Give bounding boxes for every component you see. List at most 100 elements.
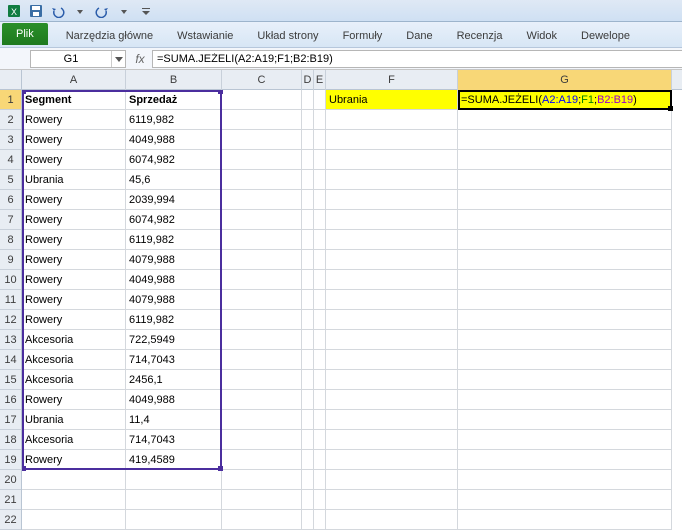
cell-segment[interactable]: Akcesoria: [22, 370, 126, 390]
cell-G16[interactable]: [458, 390, 672, 410]
row-header-1[interactable]: 1: [0, 90, 21, 110]
cell-F15[interactable]: [326, 370, 458, 390]
row-header-15[interactable]: 15: [0, 370, 21, 390]
cell-G19[interactable]: [458, 450, 672, 470]
cell-G10[interactable]: [458, 270, 672, 290]
tab-data[interactable]: Dane: [394, 25, 444, 47]
tab-formulas[interactable]: Formuły: [331, 25, 395, 47]
cell-value[interactable]: 2039,994: [126, 190, 222, 210]
cell-G3[interactable]: [458, 130, 672, 150]
cell-G20[interactable]: [458, 470, 672, 490]
cell-G7[interactable]: [458, 210, 672, 230]
cell-D4[interactable]: [302, 150, 314, 170]
cell-segment[interactable]: Akcesoria: [22, 350, 126, 370]
cell-value[interactable]: 714,7043: [126, 350, 222, 370]
cell-G14[interactable]: [458, 350, 672, 370]
qat-customize[interactable]: [136, 2, 156, 20]
cell-D11[interactable]: [302, 290, 314, 310]
row-header-11[interactable]: 11: [0, 290, 21, 310]
cell-A20[interactable]: [22, 470, 126, 490]
cell-value[interactable]: 714,7043: [126, 430, 222, 450]
cell-value[interactable]: 6074,982: [126, 150, 222, 170]
cell-D3[interactable]: [302, 130, 314, 150]
cell-A21[interactable]: [22, 490, 126, 510]
grid[interactable]: SegmentSprzedażUbrania=SUMA.JEŻELI(A2:A1…: [22, 90, 682, 530]
cell-F21[interactable]: [326, 490, 458, 510]
cell-F9[interactable]: [326, 250, 458, 270]
cell-value[interactable]: 2456,1: [126, 370, 222, 390]
cell-value[interactable]: 11,4: [126, 410, 222, 430]
column-header-E[interactable]: E: [314, 70, 326, 90]
cell-C11[interactable]: [222, 290, 302, 310]
criteria-cell[interactable]: Ubrania: [326, 90, 458, 110]
row-header-12[interactable]: 12: [0, 310, 21, 330]
cell-value[interactable]: 4079,988: [126, 290, 222, 310]
column-header-G[interactable]: G: [458, 70, 672, 90]
cell-F3[interactable]: [326, 130, 458, 150]
cell-F19[interactable]: [326, 450, 458, 470]
cell-E17[interactable]: [314, 410, 326, 430]
cell-E15[interactable]: [314, 370, 326, 390]
row-header-13[interactable]: 13: [0, 330, 21, 350]
cell-F12[interactable]: [326, 310, 458, 330]
cell-C14[interactable]: [222, 350, 302, 370]
cell-D14[interactable]: [302, 350, 314, 370]
cell-E9[interactable]: [314, 250, 326, 270]
cell-C7[interactable]: [222, 210, 302, 230]
cell-E2[interactable]: [314, 110, 326, 130]
select-all-corner[interactable]: [0, 70, 22, 90]
cell-C3[interactable]: [222, 130, 302, 150]
column-header-D[interactable]: D: [302, 70, 314, 90]
formula-bar-input[interactable]: [152, 50, 682, 68]
cell-D15[interactable]: [302, 370, 314, 390]
cell-D19[interactable]: [302, 450, 314, 470]
cell-D8[interactable]: [302, 230, 314, 250]
cell-G22[interactable]: [458, 510, 672, 530]
cell-F17[interactable]: [326, 410, 458, 430]
cell-F16[interactable]: [326, 390, 458, 410]
cell-F4[interactable]: [326, 150, 458, 170]
row-header-6[interactable]: 6: [0, 190, 21, 210]
cell-E5[interactable]: [314, 170, 326, 190]
cell-F11[interactable]: [326, 290, 458, 310]
cell-C22[interactable]: [222, 510, 302, 530]
save-button[interactable]: [26, 2, 46, 20]
cell-F18[interactable]: [326, 430, 458, 450]
cell-value[interactable]: 4049,988: [126, 390, 222, 410]
formula-cell[interactable]: =SUMA.JEŻELI(A2:A19;F1;B2:B19): [458, 90, 672, 110]
cell-F13[interactable]: [326, 330, 458, 350]
tab-home[interactable]: Narzędzia główne: [54, 25, 165, 47]
row-header-20[interactable]: 20: [0, 470, 21, 490]
cell-value[interactable]: 419,4589: [126, 450, 222, 470]
cell-value[interactable]: 45,6: [126, 170, 222, 190]
cell-segment[interactable]: Ubrania: [22, 410, 126, 430]
cell-value[interactable]: 4049,988: [126, 130, 222, 150]
row-header-9[interactable]: 9: [0, 250, 21, 270]
cell-D12[interactable]: [302, 310, 314, 330]
cell-E6[interactable]: [314, 190, 326, 210]
column-header-B[interactable]: B: [126, 70, 222, 90]
cell-C15[interactable]: [222, 370, 302, 390]
cell-value[interactable]: 6074,982: [126, 210, 222, 230]
cell-D16[interactable]: [302, 390, 314, 410]
cell-C17[interactable]: [222, 410, 302, 430]
cell-segment[interactable]: Rowery: [22, 110, 126, 130]
cell-B20[interactable]: [126, 470, 222, 490]
cell-C4[interactable]: [222, 150, 302, 170]
cell-D5[interactable]: [302, 170, 314, 190]
cell-F2[interactable]: [326, 110, 458, 130]
header-sprzedaz[interactable]: Sprzedaż: [126, 90, 222, 110]
tab-review[interactable]: Recenzja: [445, 25, 515, 47]
cell-G13[interactable]: [458, 330, 672, 350]
cell-D7[interactable]: [302, 210, 314, 230]
cell-E20[interactable]: [314, 470, 326, 490]
column-header-C[interactable]: C: [222, 70, 302, 90]
row-header-4[interactable]: 4: [0, 150, 21, 170]
cell-F10[interactable]: [326, 270, 458, 290]
cell-D20[interactable]: [302, 470, 314, 490]
cell-C10[interactable]: [222, 270, 302, 290]
cell-value[interactable]: 722,5949: [126, 330, 222, 350]
row-header-7[interactable]: 7: [0, 210, 21, 230]
column-header-F[interactable]: F: [326, 70, 458, 90]
cell-G17[interactable]: [458, 410, 672, 430]
